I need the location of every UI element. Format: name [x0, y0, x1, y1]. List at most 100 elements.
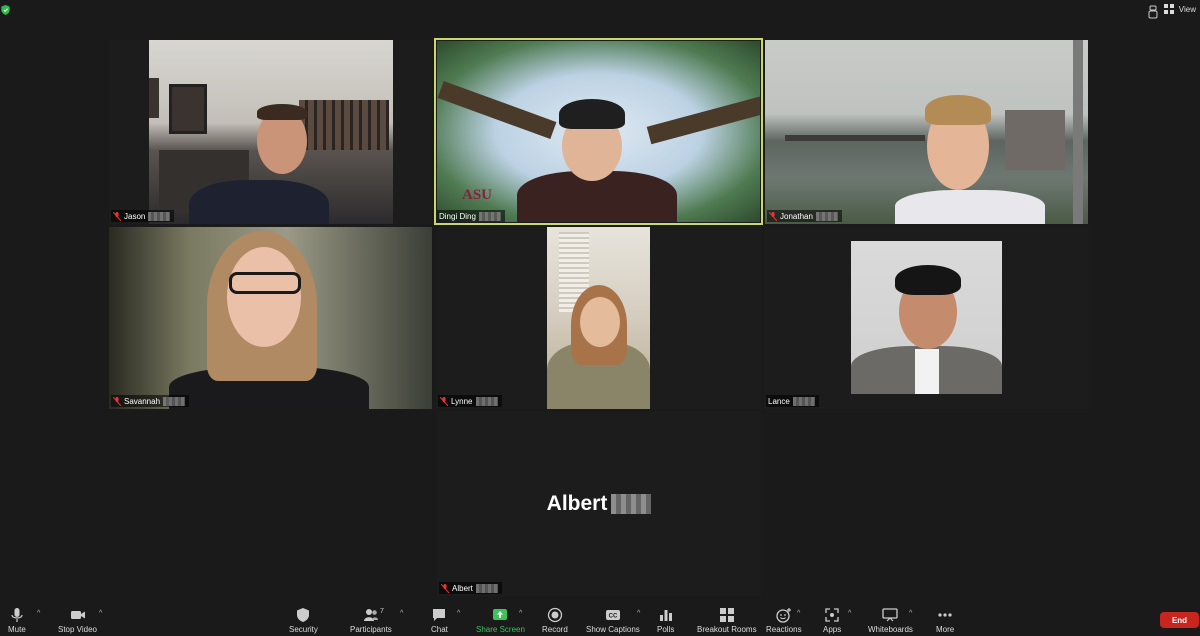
- share-options-caret[interactable]: ^: [519, 610, 522, 617]
- asu-logo: ASU: [462, 187, 493, 203]
- polls-bar-chart-icon: [659, 610, 672, 621]
- participants-button[interactable]: Participants: [350, 607, 392, 634]
- video-feed: [547, 227, 650, 409]
- video-tile-lance[interactable]: Lance: [764, 227, 1089, 409]
- redacted-surname: [611, 494, 652, 514]
- video-tile-jonathan[interactable]: Jonathan: [765, 40, 1088, 224]
- reactions-label: Reactions: [766, 625, 802, 634]
- meeting-toolbar: Mute ^ Stop Video ^ Security Participant…: [0, 603, 1200, 636]
- muted-mic-icon: [440, 396, 448, 406]
- video-feed: [765, 40, 1088, 224]
- more-label: More: [936, 625, 955, 634]
- redacted-surname: [148, 211, 171, 221]
- apps-button[interactable]: Apps: [823, 607, 841, 634]
- video-feed: [149, 40, 393, 224]
- video-feed: [109, 227, 432, 409]
- muted-mic-icon: [769, 211, 777, 221]
- whiteboards-options-caret[interactable]: ^: [909, 610, 912, 617]
- grid-view-icon: [1163, 4, 1174, 14]
- muted-mic-icon: [441, 583, 449, 593]
- redacted-surname: [815, 211, 838, 221]
- view-label: View: [1178, 4, 1196, 14]
- participant-name: Jonathan: [780, 211, 813, 221]
- video-camera-icon: [70, 611, 85, 619]
- microphone-icon: [11, 608, 23, 622]
- show-captions-button[interactable]: CC Show Captions: [586, 607, 640, 634]
- stop-video-label: Stop Video: [58, 625, 97, 634]
- name-tag: Lance: [766, 395, 819, 407]
- chat-label: Chat: [431, 625, 448, 634]
- record-label: Record: [542, 625, 568, 634]
- mute-options-caret[interactable]: ^: [37, 610, 40, 617]
- video-tile-jason[interactable]: Jason: [109, 40, 432, 224]
- share-screen-label: Share Screen: [476, 625, 525, 634]
- record-button[interactable]: Record: [542, 607, 568, 634]
- svg-text:CC: CC: [609, 614, 618, 620]
- captions-options-caret[interactable]: ^: [637, 610, 640, 617]
- apps-icon: [825, 608, 839, 622]
- more-button[interactable]: More: [936, 607, 954, 634]
- polls-button[interactable]: Polls: [657, 607, 674, 634]
- share-screen-icon: [493, 609, 508, 620]
- participant-display-name: Albert: [437, 492, 761, 516]
- name-tag: Lynne: [438, 395, 502, 407]
- stop-video-button[interactable]: Stop Video: [58, 607, 97, 634]
- name-tag: Savannah: [111, 395, 190, 407]
- security-label: Security: [289, 625, 318, 634]
- share-screen-button[interactable]: Share Screen: [476, 607, 525, 634]
- participant-name: Lynne: [451, 396, 473, 406]
- redacted-surname: [475, 583, 498, 593]
- participant-name: Savannah: [124, 396, 161, 406]
- muted-mic-icon: [113, 396, 121, 406]
- breakout-rooms-icon: [719, 608, 734, 622]
- apps-label: Apps: [823, 625, 842, 634]
- redacted-surname: [475, 396, 498, 406]
- shield-icon: [297, 608, 310, 622]
- chat-bubble-icon: [433, 609, 446, 621]
- name-tag: Jonathan: [767, 210, 842, 222]
- redacted-surname: [792, 396, 815, 406]
- polls-label: Polls: [657, 625, 675, 634]
- video-feed: [851, 241, 1002, 394]
- closed-captions-icon: CC: [605, 610, 620, 620]
- end-meeting-button[interactable]: End: [1160, 612, 1199, 628]
- name-tag: Albert: [439, 582, 502, 594]
- security-button[interactable]: Security: [289, 607, 318, 634]
- participants-icon: [363, 609, 378, 621]
- mute-label: Mute: [8, 625, 26, 634]
- video-tile-albert[interactable]: Albert Albert: [437, 412, 761, 596]
- record-icon: [547, 607, 563, 623]
- show-captions-label: Show Captions: [586, 625, 640, 634]
- name-tag: Jason: [111, 210, 175, 222]
- video-options-caret[interactable]: ^: [99, 610, 102, 617]
- chat-options-caret[interactable]: ^: [457, 610, 460, 617]
- whiteboards-button[interactable]: Whiteboards: [868, 607, 913, 634]
- participant-name: Albert: [452, 583, 473, 593]
- participants-label: Participants: [350, 625, 392, 634]
- apps-options-caret[interactable]: ^: [848, 610, 851, 617]
- participant-count: 7: [380, 608, 384, 615]
- redacted-surname: [478, 211, 501, 221]
- video-tile-lynne[interactable]: Lynne: [436, 227, 761, 409]
- reactions-options-caret[interactable]: ^: [797, 610, 800, 617]
- whiteboards-label: Whiteboards: [868, 625, 913, 634]
- muted-mic-icon: [113, 211, 121, 221]
- companion-icon[interactable]: [1148, 5, 1158, 19]
- video-tile-dingi[interactable]: ASU Dingi Ding: [434, 38, 763, 225]
- encryption-shield-icon[interactable]: [1, 5, 10, 15]
- name-tag: Dingi Ding: [437, 210, 505, 222]
- view-button[interactable]: View: [1163, 4, 1196, 14]
- participants-options-caret[interactable]: ^: [400, 610, 403, 617]
- whiteboard-icon: [882, 608, 899, 622]
- participant-name: Jason: [124, 211, 146, 221]
- redacted-surname: [163, 396, 186, 406]
- smiley-plus-icon: [776, 608, 791, 623]
- video-tile-savannah[interactable]: Savannah: [109, 227, 432, 409]
- more-dots-icon: [938, 613, 952, 617]
- display-name-text: Albert: [546, 492, 608, 515]
- chat-button[interactable]: Chat: [431, 607, 448, 634]
- mute-button[interactable]: Mute: [8, 607, 26, 634]
- video-feed: ASU: [437, 41, 760, 222]
- participant-name: Lance: [768, 396, 790, 406]
- breakout-rooms-button[interactable]: Breakout Rooms: [697, 607, 757, 634]
